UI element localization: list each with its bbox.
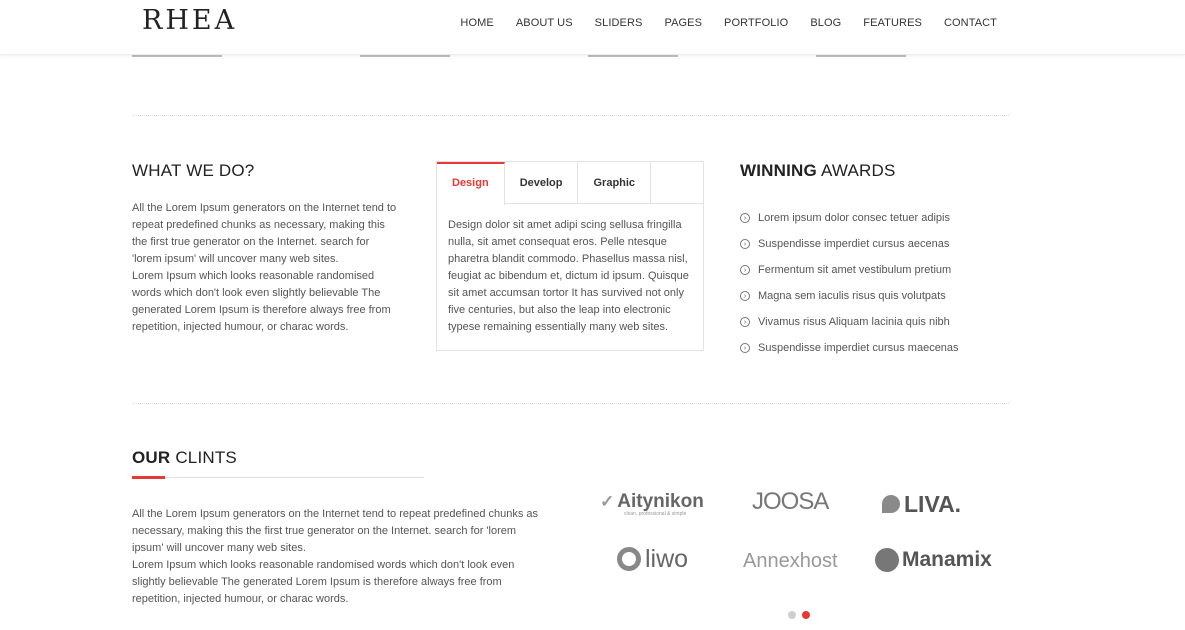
arrow-circle-icon: › (740, 213, 750, 223)
nav-pages[interactable]: PAGES (664, 17, 702, 29)
text-line: repetition, injected humour, or charac w… (132, 593, 349, 605)
list-item-label: Magna sem iaculis risus quis volutpats (758, 290, 946, 302)
what-we-do-heading: WHAT WE DO? (132, 161, 255, 180)
tab-design[interactable]: Design (437, 162, 505, 205)
arrow-circle-icon: › (740, 343, 750, 353)
nav-features[interactable]: FEATURES (863, 17, 922, 29)
nav-home[interactable]: HOME (460, 17, 493, 29)
section-divider (132, 403, 1009, 404)
list-item: › Lorem ipsum dolor consec tetuer adipis (740, 205, 959, 231)
carousel-dot-active[interactable] (802, 611, 810, 619)
text-line: pharetra blandit commodo. Phasellus mass… (448, 253, 688, 265)
text-line: sit amet accumsan tortor It has survived… (448, 287, 684, 299)
text-line: feugiat ac bibendum et, dictum id ipsum.… (448, 270, 689, 282)
section-stub-line (588, 55, 678, 57)
nav-sliders[interactable]: SLIDERS (595, 17, 643, 29)
arrow-circle-icon: › (740, 265, 750, 275)
client-logo-liwo[interactable]: liwo (617, 543, 688, 575)
client-logo-text: liwo (645, 544, 689, 573)
nav-about-us[interactable]: ABOUT US (516, 17, 573, 29)
client-logo-text: Aitynikon (617, 491, 704, 512)
tab-develop[interactable]: Develop (505, 162, 579, 203)
client-logo-manamix[interactable]: Manamix (875, 545, 992, 575)
leaf-icon (882, 495, 900, 513)
list-item-label: Vivamus risus Aliquam lacinia quis nibh (758, 316, 950, 328)
nav-contact[interactable]: CONTACT (944, 17, 997, 29)
client-logo-liva[interactable]: LIVA. (882, 489, 961, 519)
awards-heading-rest: AWARDS (816, 161, 896, 180)
list-item: › Suspendisse imperdiet cursus aecenas (740, 231, 959, 257)
list-item-label: Fermentum sit amet vestibulum pretium (758, 264, 952, 276)
text-line: Lorem Ipsum which looks reasonable rando… (132, 559, 515, 571)
arrow-circle-icon: › (740, 317, 750, 327)
clients-text: All the Lorem Ipsum generators on the In… (132, 506, 562, 608)
what-we-do-text: All the Lorem Ipsum generators on the In… (132, 200, 422, 336)
list-item-label: Suspendisse imperdiet cursus aecenas (758, 238, 950, 250)
section-stub-line (816, 55, 906, 57)
text-line: necessary, making this the first true ge… (132, 525, 517, 537)
text-line: words which don't look even slightly bel… (132, 287, 381, 299)
checkmark-icon: ✓ (600, 492, 615, 511)
circle-logo-icon (617, 547, 641, 571)
list-item: › Vivamus risus Aliquam lacinia quis nibh (740, 309, 959, 335)
clients-heading-bold: OUR (132, 448, 171, 467)
site-logo[interactable]: RHEA (142, 5, 237, 36)
text-line: repeat predefined chunks as necessary, m… (132, 219, 385, 231)
text-line: slightly believable The generated Lorem … (132, 576, 502, 588)
tab-bar: Design Develop Graphic (437, 162, 703, 205)
clients-heading-rest: CLINTS (170, 448, 237, 467)
carousel-pagination (788, 611, 810, 619)
arrow-circle-icon: › (740, 291, 750, 301)
client-logo-text: Manamix (902, 548, 992, 571)
section-stub-line (132, 55, 222, 57)
client-logo-text: LIVA. (904, 490, 962, 517)
awards-list: › Lorem ipsum dolor consec tetuer adipis … (740, 205, 959, 361)
text-line: All the Lorem Ipsum generators on the In… (132, 202, 397, 214)
nav-blog[interactable]: BLOG (810, 17, 841, 29)
section-stub-line (360, 55, 450, 57)
text-line: nulla, sit amet consequat eros. Pelle nt… (448, 236, 667, 248)
circle-logo-icon (875, 548, 899, 572)
heading-underline (132, 477, 424, 478)
clients-heading: OUR CLINTS (132, 448, 237, 468)
awards-heading-bold: WINNING (740, 161, 817, 180)
client-logo-annexhost[interactable]: Annexhost (743, 547, 838, 575)
text-line: repetition, injected humour, or charac w… (132, 321, 349, 333)
carousel-dot[interactable] (788, 611, 796, 619)
client-logo-aitynikon[interactable]: ✓ Aitynikon clean, professional & simple (600, 486, 704, 518)
text-line: the first true generator on the Internet… (132, 236, 370, 248)
awards-heading: WINNING AWARDS (740, 161, 896, 181)
text-line: All the Lorem Ipsum generators on the In… (132, 508, 539, 520)
heading-accent-underline (132, 476, 165, 479)
text-line: Design dolor sit amet adipi scing sellus… (448, 219, 682, 231)
main-nav: HOME ABOUT US SLIDERS PAGES PORTFOLIO BL… (438, 17, 997, 29)
arrow-circle-icon: › (740, 239, 750, 249)
text-line: Lorem Ipsum which looks reasonable rando… (132, 270, 375, 282)
tabs-panel: Design Develop Graphic Design dolor sit … (436, 161, 704, 351)
tab-content: Design dolor sit amet adipi scing sellus… (437, 204, 703, 349)
text-line: ipsum' will uncover many web sites. (132, 542, 306, 554)
list-item-label: Suspendisse imperdiet cursus maecenas (758, 342, 959, 354)
list-item: › Magna sem iaculis risus quis volutpats (740, 283, 959, 309)
nav-portfolio[interactable]: PORTFOLIO (724, 17, 788, 29)
section-divider (132, 115, 1009, 116)
site-header: RHEA HOME ABOUT US SLIDERS PAGES PORTFOL… (0, 0, 1185, 55)
text-line: typese remaining essentially many web si… (448, 321, 669, 333)
text-line: five centuries, but also the leap into e… (448, 304, 671, 316)
list-item: › Suspendisse imperdiet cursus maecenas (740, 335, 959, 361)
list-item-label: Lorem ipsum dolor consec tetuer adipis (758, 212, 950, 224)
client-logo-joosa[interactable]: JOOSA (752, 486, 829, 518)
tab-graphic[interactable]: Graphic (578, 162, 652, 203)
list-item: › Fermentum sit amet vestibulum pretium (740, 257, 959, 283)
text-line: 'lorem ipsum' will uncover many web site… (132, 253, 339, 265)
client-logo-tagline: clean, professional & simple (624, 511, 687, 517)
text-line: generated Lorem Ipsum is therefore alway… (132, 304, 391, 316)
